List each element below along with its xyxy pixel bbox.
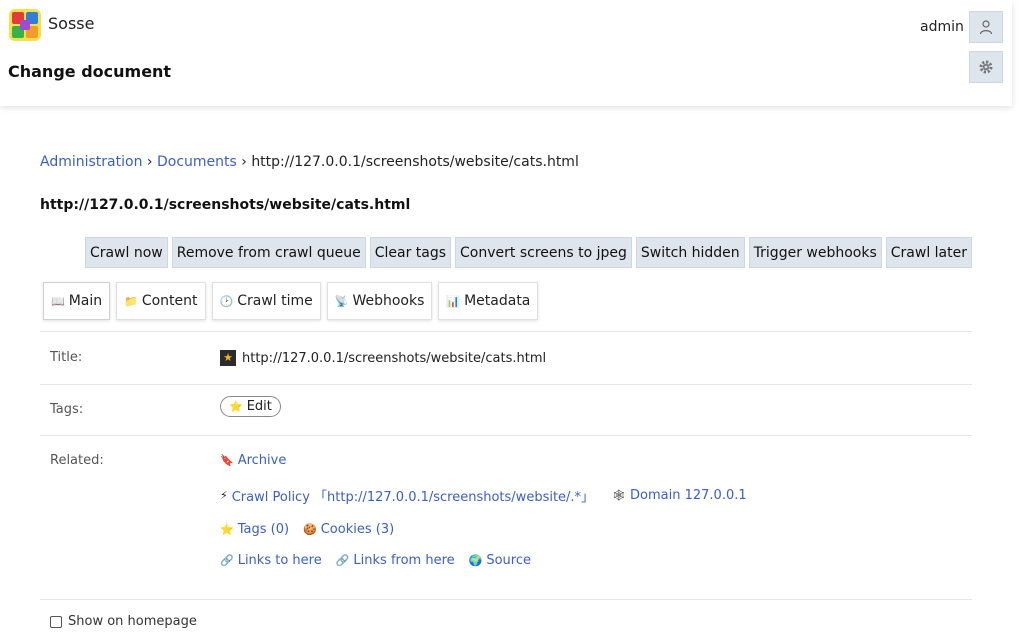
trigger-webhooks-button[interactable]: Trigger webhooks bbox=[748, 237, 882, 268]
remove-from-crawl-queue-button[interactable]: Remove from crawl queue bbox=[171, 237, 366, 268]
crawl-later-button[interactable]: Crawl later bbox=[885, 237, 972, 268]
page-header: Sosse Change document admin bbox=[0, 0, 1012, 106]
divider bbox=[40, 599, 972, 600]
edit-label: Edit bbox=[246, 399, 272, 414]
satellite-icon: 📡 bbox=[334, 294, 349, 308]
breadcrumb-separator: › bbox=[146, 154, 153, 170]
link-icon: 🔗 bbox=[220, 554, 234, 567]
tags-link[interactable]: Tags (0) bbox=[238, 522, 289, 537]
star-icon: ⭐ bbox=[220, 523, 234, 536]
sosse-logo[interactable] bbox=[8, 8, 42, 42]
settings-button[interactable] bbox=[969, 51, 1003, 83]
tab-crawl-time[interactable]: 🕑 Crawl time bbox=[211, 282, 321, 320]
tab-metadata[interactable]: 📊 Metadata bbox=[438, 282, 539, 320]
domain-link[interactable]: Domain 127.0.0.1 bbox=[630, 488, 747, 503]
tab-label: Webhooks bbox=[352, 293, 425, 309]
divider bbox=[40, 384, 972, 385]
related-line-archive: 🔖 Archive bbox=[220, 453, 286, 468]
tab-main[interactable]: 📖 Main bbox=[43, 282, 111, 320]
breadcrumb-administration[interactable]: Administration bbox=[40, 154, 142, 170]
show-on-homepage-label[interactable]: Show on homepage bbox=[68, 614, 197, 629]
tab-bar: 📖 Main 📁 Content 🕑 Crawl time 📡 Webhooks… bbox=[43, 282, 539, 320]
folder-icon: 📁 bbox=[124, 294, 138, 308]
tab-label: Crawl time bbox=[237, 293, 313, 309]
related-line-tags: ⭐ Tags (0) 🍪 Cookies (3) bbox=[220, 522, 394, 537]
clock-icon: 🕑 bbox=[219, 294, 234, 308]
globe-icon: 🌍 bbox=[468, 554, 483, 567]
favicon-icon: ★ bbox=[220, 350, 236, 366]
tab-content[interactable]: 📁 Content bbox=[116, 282, 206, 320]
edit-tags-button[interactable]: ⭐ Edit bbox=[220, 396, 281, 417]
tab-label: Metadata bbox=[464, 293, 531, 309]
links-to-here-link[interactable]: Links to here bbox=[238, 553, 322, 568]
links-from-here-link[interactable]: Links from here bbox=[353, 553, 454, 568]
title-text: http://127.0.0.1/screenshots/website/cat… bbox=[242, 350, 547, 366]
breadcrumb: Administration › Documents › http://127.… bbox=[40, 154, 579, 170]
archive-link[interactable]: Archive bbox=[238, 453, 287, 468]
tab-label: Content bbox=[141, 293, 198, 309]
action-bar: Crawl now Remove from crawl queue Clear … bbox=[84, 237, 972, 268]
lightning-icon: ⚡ bbox=[220, 489, 228, 502]
breadcrumb-current: http://127.0.0.1/screenshots/website/cat… bbox=[251, 154, 579, 170]
user-icon bbox=[979, 20, 993, 35]
gear-icon bbox=[979, 60, 993, 74]
chart-icon: 📊 bbox=[446, 294, 461, 308]
cookie-icon: 🍪 bbox=[303, 523, 317, 536]
convert-screens-to-jpeg-button[interactable]: Convert screens to jpeg bbox=[455, 237, 632, 268]
bookmark-icon: 🔖 bbox=[220, 454, 234, 467]
related-line-policy: ⚡ Crawl Policy 「http://127.0.0.1/screens… bbox=[220, 486, 747, 505]
title-value: ★ http://127.0.0.1/screenshots/website/c… bbox=[220, 350, 546, 366]
breadcrumb-separator: › bbox=[241, 154, 247, 170]
web-icon: 🕸 bbox=[612, 489, 627, 502]
source-link[interactable]: Source bbox=[486, 553, 531, 568]
title-label: Title: bbox=[50, 350, 83, 365]
tab-webhooks[interactable]: 📡 Webhooks bbox=[326, 282, 433, 320]
app-name[interactable]: Sosse bbox=[48, 14, 94, 33]
link-icon: 🔗 bbox=[335, 554, 350, 567]
divider bbox=[40, 331, 972, 332]
crawl-policy-link[interactable]: Crawl Policy 「http://127.0.0.1/screensho… bbox=[232, 486, 594, 505]
related-label: Related: bbox=[50, 453, 104, 468]
crawl-now-button[interactable]: Crawl now bbox=[84, 237, 168, 268]
divider bbox=[40, 435, 972, 436]
book-icon: 📖 bbox=[51, 294, 65, 308]
clear-tags-button[interactable]: Clear tags bbox=[369, 237, 452, 268]
tab-label: Main bbox=[68, 293, 103, 309]
document-heading: http://127.0.0.1/screenshots/website/cat… bbox=[40, 197, 411, 213]
cookies-link[interactable]: Cookies (3) bbox=[321, 522, 394, 537]
show-on-homepage-checkbox[interactable] bbox=[50, 615, 62, 628]
show-on-homepage-field: Show on homepage bbox=[50, 614, 197, 629]
page-title: Change document bbox=[8, 62, 172, 81]
username: admin bbox=[920, 19, 964, 35]
breadcrumb-documents[interactable]: Documents bbox=[157, 154, 237, 170]
tags-label: Tags: bbox=[50, 402, 84, 417]
user-menu-button[interactable] bbox=[969, 11, 1003, 43]
star-icon: ⭐ bbox=[229, 400, 243, 413]
switch-hidden-button[interactable]: Switch hidden bbox=[635, 237, 745, 268]
related-line-links: 🔗 Links to here 🔗 Links from here 🌍 Sour… bbox=[220, 553, 531, 568]
